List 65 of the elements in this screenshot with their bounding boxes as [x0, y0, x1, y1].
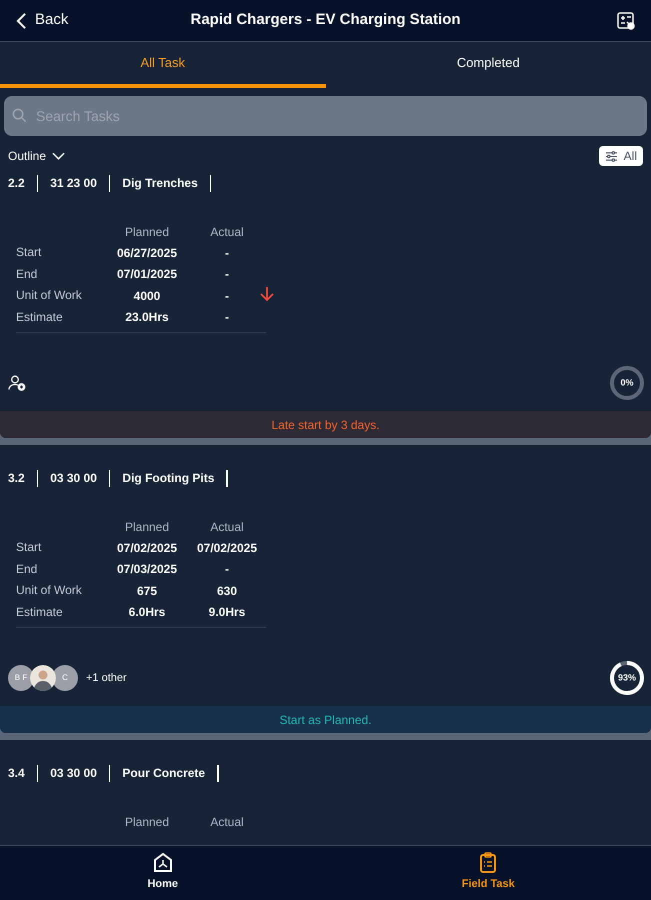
progress-ring — [609, 660, 645, 696]
back-chevron-icon — [16, 12, 27, 30]
assign-button[interactable] — [8, 375, 26, 391]
progress-ring — [609, 365, 645, 401]
row-label: Start — [16, 539, 42, 556]
filter-button[interactable]: All — [598, 146, 643, 166]
task-number: 3.4 — [8, 765, 26, 782]
search-icon — [12, 108, 27, 123]
actual-value: - — [224, 561, 230, 578]
planned-value: 675 — [136, 582, 158, 600]
actual-value: - — [224, 244, 230, 262]
planned-value: 07/03/2025 — [116, 561, 178, 578]
row-label: Unit of Work — [16, 287, 83, 304]
sliders-icon — [604, 150, 618, 162]
task-number: 2.2 — [8, 175, 26, 192]
row-label: End — [16, 560, 38, 578]
nav-tab[interactable]: Field Task — [326, 846, 651, 900]
more-assignees: +1 other — [86, 670, 127, 686]
column-header: Planned — [124, 224, 170, 241]
planned-value: 4000 — [132, 288, 162, 305]
calendar-grid-icon — [617, 12, 635, 30]
column-header: Actual — [209, 519, 245, 536]
back-button[interactable]: Back — [16, 9, 68, 32]
task-code: 03 30 00 — [49, 765, 98, 782]
progress-reading: 0% — [620, 378, 634, 388]
actual-value: 9.0Hrs — [208, 604, 246, 622]
planned-value: 07/01/2025 — [116, 266, 178, 284]
row-label: Estimate — [16, 308, 64, 326]
row-label: End — [16, 266, 38, 282]
task-name: Dig Trenches — [121, 175, 199, 192]
planned-value: 6.0Hrs — [128, 604, 166, 622]
column-header: Planned — [124, 814, 170, 831]
actual-value: 07/02/2025 — [196, 540, 258, 557]
task-code: 03 30 00 — [49, 470, 98, 487]
actual-value: - — [224, 309, 230, 326]
add-person-icon — [8, 375, 26, 391]
avatar: B F — [8, 665, 34, 691]
actual-value: 630 — [216, 582, 238, 600]
column-header: Planned — [124, 519, 170, 536]
column-header: Actual — [209, 224, 245, 241]
nav-tab[interactable]: Home — [0, 846, 326, 900]
actual-value: - — [224, 288, 230, 305]
column-header: Actual — [209, 814, 245, 831]
task-number: 3.2 — [8, 470, 26, 487]
status-banner: Start as Planned. — [0, 706, 651, 733]
planned-value: 23.0Hrs — [124, 309, 170, 326]
outline-dropdown[interactable]: Outline — [8, 147, 66, 165]
planned-value: 06/27/2025 — [116, 244, 178, 262]
avatar: C — [52, 665, 78, 691]
row-label: Unit of Work — [16, 582, 83, 599]
task-name: Dig Footing Pits — [121, 470, 216, 487]
row-label: Start — [16, 244, 42, 261]
task-code: 31 23 00 — [49, 175, 98, 192]
actual-value: - — [224, 266, 230, 284]
avatar-icon — [30, 665, 56, 691]
status-banner: Late start by 3 days. — [0, 411, 651, 438]
planned-value: 07/02/2025 — [116, 540, 178, 557]
chevron-down-icon — [52, 152, 66, 160]
schedule-button[interactable] — [617, 12, 635, 30]
progress-reading: 93% — [618, 674, 636, 682]
row-label: Estimate — [16, 604, 64, 620]
page-title: Rapid Chargers - EV Charging Station — [190, 10, 461, 30]
house-icon — [152, 852, 174, 874]
task-name: Pour Concrete — [121, 765, 206, 782]
tab[interactable]: Completed — [326, 42, 651, 88]
